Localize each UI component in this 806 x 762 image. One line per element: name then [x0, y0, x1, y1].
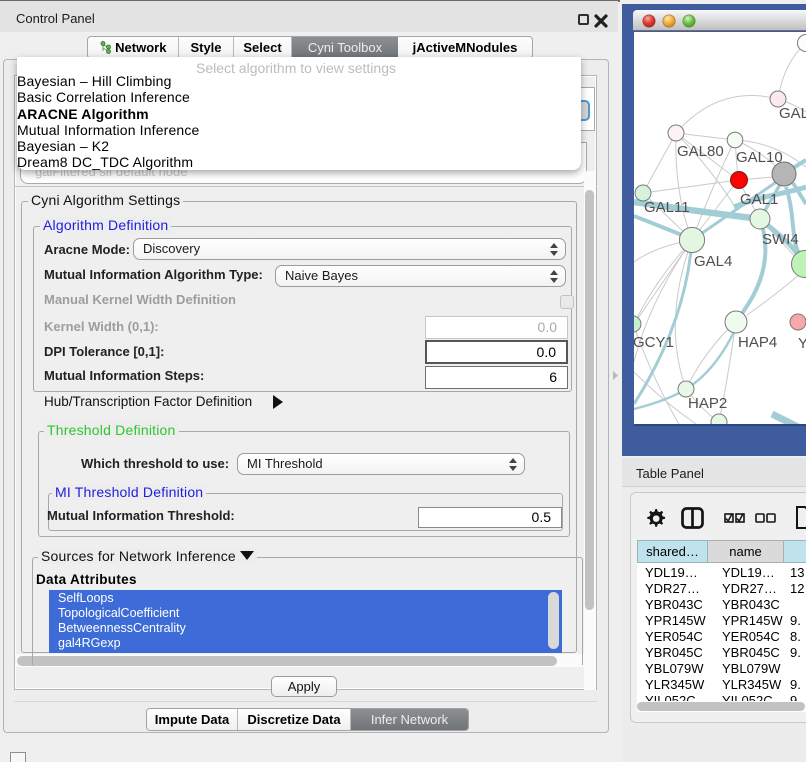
svg-text:GAL10: GAL10 — [736, 149, 783, 166]
svg-text:HAP4: HAP4 — [738, 334, 777, 351]
svg-text:GAL80: GAL80 — [677, 143, 724, 160]
svg-text:HAP2: HAP2 — [688, 395, 727, 412]
svg-text:GAL1: GAL1 — [740, 191, 778, 208]
svg-text:GAL4: GAL4 — [694, 253, 732, 270]
svg-text:YM: YM — [798, 335, 806, 352]
svg-text:GAL11: GAL11 — [644, 199, 690, 216]
svg-text:GAL2: GAL2 — [779, 105, 806, 122]
svg-text:SWI4: SWI4 — [762, 231, 799, 248]
svg-text:GCY1: GCY1 — [634, 334, 674, 351]
